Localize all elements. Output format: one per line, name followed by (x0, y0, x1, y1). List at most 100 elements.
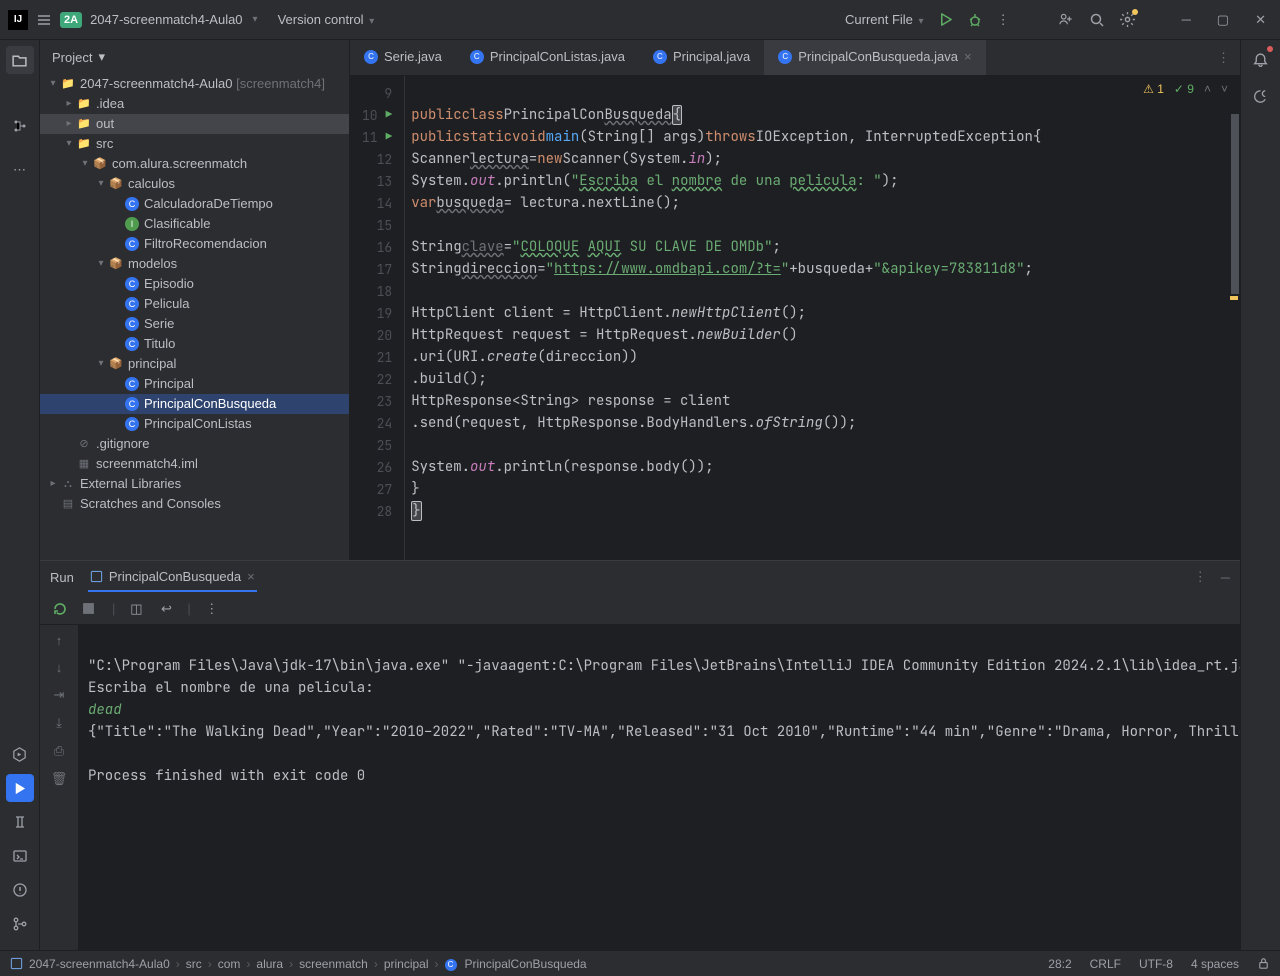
tree-root[interactable]: ▾📁2047-screenmatch4-Aula0 [screenmatch4] (40, 74, 349, 94)
tree-calc-tiempo[interactable]: CCalculadoraDeTiempo (40, 194, 349, 214)
maximize-button[interactable]: ▢ (1211, 8, 1235, 32)
crumb[interactable]: com (218, 957, 241, 971)
encoding[interactable]: UTF-8 (1139, 957, 1173, 971)
crumb[interactable]: src (186, 957, 202, 971)
project-tool-icon[interactable] (6, 46, 34, 74)
structure-tool-icon[interactable] (6, 112, 34, 140)
problems-tool-icon[interactable] (6, 876, 34, 904)
crumb[interactable]: screenmatch (299, 957, 368, 971)
run-gutter-icon[interactable]: ▶ (386, 130, 393, 144)
crumb[interactable]: PrincipalConBusqueda (465, 957, 587, 971)
nav-up-icon[interactable]: ˄ (1204, 82, 1211, 96)
down-icon[interactable]: ↓ (56, 660, 63, 675)
run-gutter-icon[interactable]: ▶ (386, 108, 393, 122)
run-file-tab[interactable]: PrincipalConBusqueda × (88, 563, 257, 592)
tree-gitignore[interactable]: ⊘.gitignore (40, 434, 349, 454)
up-icon[interactable]: ↑ (56, 633, 63, 648)
tree-idea[interactable]: ▸📁.idea (40, 94, 349, 114)
line-separator[interactable]: CRLF (1090, 957, 1121, 971)
crumb[interactable]: principal (384, 957, 429, 971)
run-tab-title[interactable]: Run (50, 564, 74, 591)
tree-principal[interactable]: CPrincipal (40, 374, 349, 394)
git-tool-icon[interactable] (6, 910, 34, 938)
warning-badge[interactable]: ⚠ 1 (1143, 82, 1164, 96)
crumb[interactable]: 2047-screenmatch4-Aula0 (29, 957, 170, 971)
project-name[interactable]: 2047-screenmatch4-Aula0 (90, 12, 242, 27)
tab-listas[interactable]: CPrincipalConListas.java (456, 40, 639, 75)
run-icon[interactable] (938, 12, 953, 27)
scroll-end-icon[interactable]: ⤓ (56, 715, 62, 731)
tree-pkg-calculos[interactable]: ▾📦calculos (40, 174, 349, 194)
readonly-icon[interactable] (1257, 957, 1270, 970)
cursor-position[interactable]: 28:2 (1048, 957, 1071, 971)
tree-iml[interactable]: ▦screenmatch4.iml (40, 454, 349, 474)
services-tool-icon[interactable] (6, 740, 34, 768)
code-content[interactable]: public class PrincipalConBusqueda { publ… (404, 76, 1240, 560)
main-menu-icon[interactable] (36, 12, 52, 28)
tree-out[interactable]: ▸📁out (40, 114, 349, 134)
inspection-badges[interactable]: ⚠ 1 ✓ 9 ˄ ˅ (1143, 82, 1228, 96)
exit-icon[interactable]: ↩ (157, 601, 175, 617)
editor-scroll-markers (1230, 76, 1240, 560)
breadcrumb[interactable]: 2047-screenmatch4-Aula0› src› com› alura… (10, 956, 1040, 971)
screenshot-icon[interactable]: ◫ (127, 601, 145, 617)
rerun-icon[interactable] (52, 601, 70, 617)
tree-titulo[interactable]: CTitulo (40, 334, 349, 354)
tree-scratches[interactable]: ▤Scratches and Consoles (40, 494, 349, 514)
nav-down-icon[interactable]: ˅ (1221, 82, 1228, 96)
tab-principal[interactable]: CPrincipal.java (639, 40, 764, 75)
run-config-selector[interactable]: Current File ▾ (845, 12, 924, 27)
tab-more-icon[interactable]: ⋮ (1207, 40, 1240, 75)
tree-episodio[interactable]: CEpisodio (40, 274, 349, 294)
project-badge: 2A (60, 12, 82, 28)
run-output[interactable]: "C:\Program Files\Java\jdk-17\bin\java.e… (78, 625, 1240, 950)
sidebar-header[interactable]: Project ▾ (40, 40, 349, 74)
main-area: ⋯ Project ▾ (0, 40, 1280, 950)
ok-badge[interactable]: ✓ 9 (1174, 82, 1194, 96)
tree-clasificable[interactable]: IClasificable (40, 214, 349, 234)
ai-assist-icon[interactable] (1247, 82, 1275, 110)
tree-principal-busqueda[interactable]: CPrincipalConBusqueda (40, 394, 349, 414)
tree-pkg-principal[interactable]: ▾📦principal (40, 354, 349, 374)
close-icon[interactable]: × (964, 49, 972, 64)
tree-pelicula[interactable]: CPelicula (40, 294, 349, 314)
soft-wrap-icon[interactable]: ⇥ (54, 687, 65, 703)
chevron-down-icon[interactable]: ▾ (253, 14, 258, 25)
run-tool-icon[interactable] (6, 774, 34, 802)
tree-ext-libs[interactable]: ▸⛬External Libraries (40, 474, 349, 494)
close-icon[interactable]: × (247, 569, 255, 584)
debug-icon[interactable] (967, 12, 983, 28)
close-button[interactable]: ✕ (1249, 8, 1272, 32)
more-tools-icon[interactable]: ⋯ (6, 156, 34, 184)
settings-icon[interactable] (1119, 11, 1136, 28)
minimize-button[interactable]: ─ (1176, 8, 1197, 31)
search-icon[interactable] (1089, 12, 1105, 28)
trash-icon[interactable]: 🗑 (51, 771, 68, 787)
more-icon[interactable]: ⋮ (997, 12, 1010, 28)
indent[interactable]: 4 spaces (1191, 957, 1239, 971)
tab-busqueda[interactable]: CPrincipalConBusqueda.java× (764, 40, 985, 75)
tree-serie[interactable]: CSerie (40, 314, 349, 334)
code-pane[interactable]: ⚠ 1 ✓ 9 ˄ ˅ 9 10▶ 11▶ 12 13 14 15 16 (350, 76, 1240, 560)
print-icon[interactable]: ⎙ (54, 743, 64, 759)
build-tool-icon[interactable] (6, 808, 34, 836)
more-icon[interactable]: ⋮ (1194, 569, 1207, 585)
run-output-exit: Process finished with exit code 0 (88, 767, 365, 785)
tree-pkg-root[interactable]: ▾📦com.alura.screenmatch (40, 154, 349, 174)
crumb[interactable]: alura (256, 957, 283, 971)
tree-principal-listas[interactable]: CPrincipalConListas (40, 414, 349, 434)
hide-panel-icon[interactable]: ─ (1221, 570, 1230, 585)
terminal-tool-icon[interactable] (6, 842, 34, 870)
vcs-menu[interactable]: Version control ▾ (278, 12, 375, 27)
more-icon[interactable]: ⋮ (203, 601, 221, 617)
run-output-json: {"Title":"The Walking Dead","Year":"2010… (88, 723, 1240, 741)
tab-serie[interactable]: CSerie.java (350, 40, 456, 75)
editor-tabs: CSerie.java CPrincipalConListas.java CPr… (350, 40, 1240, 76)
tree-src[interactable]: ▾📁src (40, 134, 349, 154)
code-with-me-icon[interactable] (1058, 11, 1075, 28)
tree-filtro[interactable]: CFiltroRecomendacion (40, 234, 349, 254)
tree-pkg-modelos[interactable]: ▾📦modelos (40, 254, 349, 274)
stop-icon[interactable] (82, 602, 100, 615)
project-tree[interactable]: ▾📁2047-screenmatch4-Aula0 [screenmatch4]… (40, 74, 349, 560)
notifications-icon[interactable] (1247, 46, 1275, 74)
